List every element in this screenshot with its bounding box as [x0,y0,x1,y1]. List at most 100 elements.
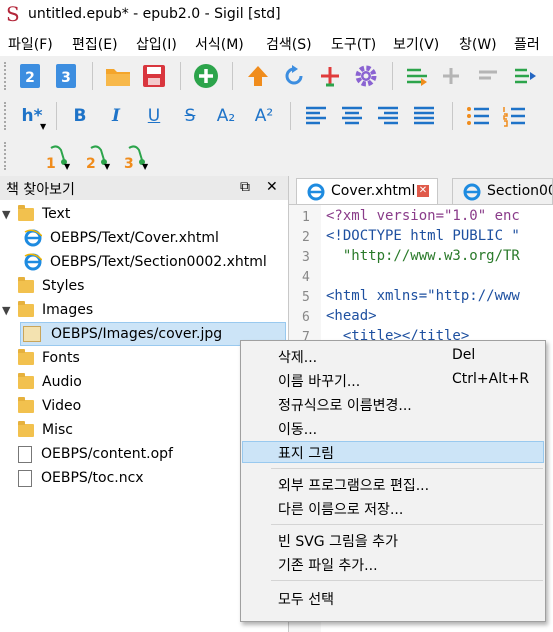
code-line: <head> [326,308,377,324]
float-panel-icon[interactable]: ⧉ [240,179,250,195]
epub3-icon[interactable]: 3 [52,62,80,90]
settings-gear-icon[interactable] [352,62,380,90]
level-1-button[interactable]: 1 ▼ [40,142,74,172]
tree-item-label: Video [42,398,82,414]
subscript-label: A₂ [216,106,236,126]
menu-item-edit-external[interactable]: 외부 프로그램으로 편집... [242,473,544,495]
menu-search[interactable]: 검색(S) [266,34,312,54]
strikethrough-button[interactable]: S [176,102,204,130]
align-left-icon[interactable] [302,102,330,130]
menu-item-label: 정규식으로 이름변경... [278,398,412,414]
add-line-disabled-icon[interactable] [440,62,468,90]
chevron-down-icon[interactable]: ▼ [2,208,14,221]
menu-window[interactable]: 창(W) [459,34,497,54]
menu-item-select-all[interactable]: 모두 선택 [242,587,544,609]
menu-tools[interactable]: 도구(T) [331,34,376,54]
tree-item-label: OEBPS/Text/Cover.xhtml [50,230,219,246]
insert-line-icon[interactable] [404,62,432,90]
align-center-icon[interactable] [338,102,366,130]
menu-plugins[interactable]: 플러 [514,34,540,54]
tree-item-label: Audio [42,374,82,390]
tree-folder-audio[interactable]: Audio [18,370,82,394]
align-justify-icon[interactable] [410,102,438,130]
toolbar-separator [392,62,393,90]
menu-item-move[interactable]: 이동... [242,417,544,439]
level-3-button[interactable]: 3 ▼ [118,142,152,172]
menu-item-label: 이름 바꾸기... [278,374,361,390]
menu-item-shortcut: Ctrl+Alt+R [452,371,530,387]
open-folder-icon[interactable] [104,62,132,90]
menu-item-save-as[interactable]: 다른 이름으로 저장... [242,497,544,519]
window-title: untitled.epub* - epub2.0 - Sigil [std] [28,6,281,22]
svg-text:2: 2 [25,70,35,86]
superscript-button[interactable]: A² [250,102,278,130]
context-menu: 삭제... Del 이름 바꾸기... Ctrl+Alt+R 정규식으로 이름변… [240,340,546,622]
refresh-icon[interactable] [280,62,308,90]
code-line: <!DOCTYPE html PUBLIC " [326,228,520,244]
superscript-label: A² [254,106,274,126]
tree-folder-text[interactable]: ▼ Text [2,202,70,226]
align-right-icon[interactable] [374,102,402,130]
close-panel-icon[interactable]: ✕ [266,179,278,195]
toolbar-grip[interactable] [4,102,12,130]
tab-cover-xhtml[interactable]: Cover.xhtml ✕ [296,178,438,204]
list-arrow-icon[interactable] [512,62,540,90]
tree-file-section0002[interactable]: OEBPS/Text/Section0002.xhtml [24,250,267,274]
tree-folder-images[interactable]: ▼ Images [2,298,93,322]
epub2-icon[interactable]: 2 [16,62,44,90]
chevron-down-icon[interactable]: ▼ [2,304,14,317]
toolbar-grip[interactable] [4,62,12,90]
menu-item-add-blank-svg[interactable]: 빈 SVG 그림을 추가 [242,529,544,551]
document-icon [18,445,32,463]
italic-button[interactable]: I [102,102,130,130]
tree-folder-styles[interactable]: Styles [18,274,84,298]
toolbar-grip[interactable] [4,142,12,170]
menu-item-label: 삭제... [278,350,318,366]
menu-file[interactable]: 파일(F) [8,34,53,54]
menu-item-label: 이동... [278,422,318,438]
tree-folder-misc[interactable]: Misc [18,418,73,442]
save-icon[interactable] [140,62,168,90]
menu-item-add-existing[interactable]: 기존 파일 추가... [242,553,544,575]
add-file-icon[interactable] [192,62,220,90]
underline-button[interactable]: U [140,102,168,130]
menu-item-rename[interactable]: 이름 바꾸기... Ctrl+Alt+R [242,369,544,391]
menu-view[interactable]: 보기(V) [393,34,439,54]
close-tab-icon[interactable]: ✕ [417,185,429,197]
heading-dropdown[interactable]: h* ▼ [16,102,48,131]
tree-file-toc-ncx[interactable]: OEBPS/toc.ncx [16,466,144,490]
tree-folder-video[interactable]: Video [18,394,81,418]
menu-item-regex-rename[interactable]: 정규식으로 이름변경... [242,393,544,415]
menu-item-delete[interactable]: 삭제... Del [242,345,544,367]
add-marker-icon[interactable] [316,62,344,90]
level-2-button[interactable]: 2 ▼ [80,142,114,172]
tree-item-label: Misc [42,422,73,438]
tree-file-content-opf[interactable]: OEBPS/content.opf [16,442,173,466]
menu-edit[interactable]: 편집(E) [72,34,118,54]
numbered-list-icon[interactable] [500,102,528,130]
chevron-down-icon: ▼ [142,162,149,171]
bullet-list-icon[interactable] [464,102,492,130]
underline-label: U [147,106,161,126]
folder-icon [18,300,34,317]
move-up-icon[interactable] [244,62,272,90]
bold-button[interactable]: B [66,102,94,130]
tab-divider [289,204,553,205]
main-toolbar: 2 3 [0,56,553,96]
toolbar-separator [92,62,93,90]
document-icon [18,469,32,487]
remove-line-disabled-icon[interactable] [476,62,504,90]
folder-icon [18,396,34,413]
menu-format[interactable]: 서식(M) [195,34,244,54]
tab-section0002[interactable]: Section000 [452,178,553,204]
folder-icon [18,204,34,221]
menu-item-cover-image[interactable]: 표지 그림 [242,441,544,463]
toolbar-separator [452,102,453,130]
toolbar-separator [290,102,291,130]
tree-file-cover-xhtml[interactable]: OEBPS/Text/Cover.xhtml [24,226,219,250]
italic-label: I [112,106,120,126]
subscript-button[interactable]: A₂ [212,102,240,130]
folder-icon [18,348,34,365]
menu-insert[interactable]: 삽입(I) [136,34,177,54]
tree-folder-fonts[interactable]: Fonts [18,346,80,370]
